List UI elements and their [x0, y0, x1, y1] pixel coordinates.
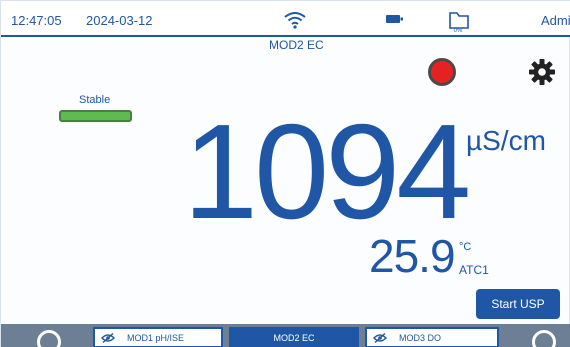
user-name[interactable]: Admi — [541, 13, 570, 28]
measurement-value: 1094 — [183, 96, 471, 247]
record-icon[interactable] — [428, 58, 456, 86]
tab-mod2-label: MOD2 EC — [273, 332, 315, 343]
storage-percent: 0% — [453, 28, 463, 34]
start-usp-button[interactable]: Start USP — [476, 289, 560, 319]
stability-label: Stable — [79, 94, 111, 106]
tab-mod2[interactable]: MOD2 EC — [229, 327, 359, 347]
tab-mod3[interactable]: MOD3 DO — [365, 327, 499, 347]
temperature-unit: °C — [459, 241, 472, 253]
nav-left-button[interactable] — [37, 330, 61, 347]
measurement-unit: µS/cm — [466, 125, 546, 156]
tab-mod1[interactable]: MOD1 pH/ISE — [93, 327, 223, 347]
module-title: MOD2 EC — [269, 38, 324, 52]
tab-mod1-label: MOD1 pH/ISE — [127, 332, 185, 343]
nav-right-button[interactable] — [532, 330, 556, 347]
temperature-value: 25.9 — [369, 230, 456, 282]
tab-mod3-label: MOD3 DO — [399, 332, 442, 343]
status-date: 2024-03-12 — [86, 13, 153, 28]
status-time: 12:47:05 — [11, 13, 62, 28]
status-bar: 12:47:05 2024-03-12 0% Admi — [1, 1, 570, 37]
gear-icon[interactable] — [528, 58, 556, 86]
wifi-icon — [284, 12, 306, 29]
instrument-screen: 12:47:05 2024-03-12 0% Admi MOD2 EC Stab… — [0, 0, 570, 347]
hidden-eye-icon — [101, 332, 115, 343]
stability-indicator — [59, 110, 132, 122]
hidden-eye-icon — [373, 332, 387, 343]
battery-icon — [386, 15, 403, 23]
temperature-sensor: ATC1 — [459, 263, 489, 277]
